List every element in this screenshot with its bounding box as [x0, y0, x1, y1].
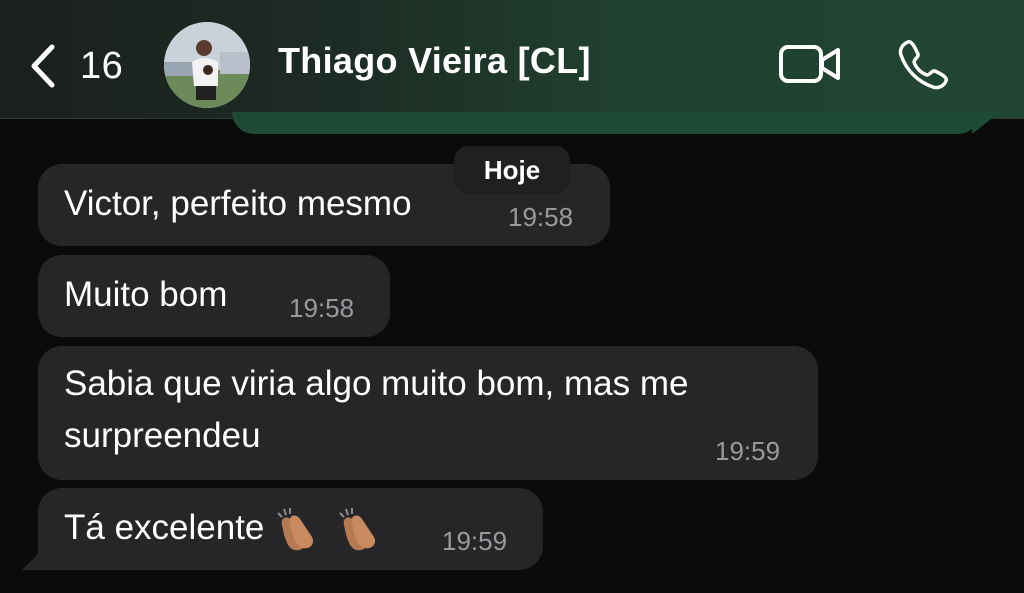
- message-time: 19:59: [442, 526, 508, 556]
- chevron-left-icon: [31, 44, 55, 88]
- message-time: 19:58: [508, 202, 574, 232]
- message-time: 19:59: [715, 436, 781, 466]
- message-text: Sabia que viria algo muito bom, mas me s…: [64, 364, 689, 455]
- avatar-photo: [164, 22, 250, 108]
- avatar[interactable]: [164, 22, 250, 108]
- clapping-hands-icon: [277, 507, 314, 551]
- message-text-wrapper: Tá excelente: [64, 502, 388, 554]
- message-time: 19:58: [289, 293, 355, 323]
- phone-icon: [898, 40, 948, 90]
- message-text: Victor, perfeito mesmo: [64, 184, 412, 223]
- chat-header: 16 Thiago Vieira [CL]: [0, 0, 1024, 119]
- video-call-button[interactable]: [778, 40, 842, 88]
- voice-call-button[interactable]: [896, 36, 952, 92]
- date-separator: Hoje: [454, 146, 570, 194]
- message-text: Muito bom: [64, 275, 228, 314]
- incoming-message[interactable]: Tá excelente 19:59: [38, 488, 543, 570]
- clapping-hands-icon: [339, 507, 376, 551]
- incoming-message[interactable]: Muito bom 19:58: [38, 255, 390, 337]
- message-text: Tá excelente: [64, 508, 265, 547]
- outgoing-message-edge: [232, 112, 980, 134]
- back-button[interactable]: 16: [26, 38, 136, 94]
- contact-name[interactable]: Thiago Vieira [CL]: [278, 40, 591, 82]
- incoming-message[interactable]: Sabia que viria algo muito bom, mas me s…: [38, 346, 818, 480]
- unread-count: 16: [80, 44, 124, 87]
- outgoing-message-tail: [972, 112, 1000, 134]
- video-camera-icon: [779, 45, 840, 83]
